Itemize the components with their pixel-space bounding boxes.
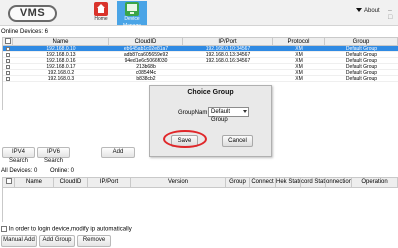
group-name-label: GroupNam bbox=[178, 110, 208, 116]
row-select-cell[interactable] bbox=[3, 76, 13, 81]
table-row[interactable]: 192.168.0.3 b838cb2 XM Default Group bbox=[3, 76, 398, 82]
cell-group: Default Group bbox=[345, 64, 378, 69]
cell-protocol: XM bbox=[295, 70, 303, 75]
cell-cloud: 94ed1e6c5066f030 bbox=[124, 58, 168, 63]
cell-name: 192.168.0.13 bbox=[46, 52, 76, 57]
row-checkbox[interactable] bbox=[6, 58, 10, 63]
col-name[interactable]: Name bbox=[15, 178, 54, 187]
row-select-cell[interactable] bbox=[3, 58, 13, 63]
row-checkbox[interactable] bbox=[6, 64, 10, 69]
vms-logo: VMS bbox=[8, 5, 57, 22]
cancel-button[interactable]: Cancel bbox=[222, 135, 253, 147]
add-button[interactable]: Add bbox=[101, 147, 135, 158]
col-protocol[interactable]: Protocol bbox=[273, 38, 325, 45]
cell-group: Default Group bbox=[345, 70, 378, 75]
row-select-cell[interactable] bbox=[3, 70, 13, 75]
save-highlight-ring bbox=[163, 130, 207, 148]
col-cloudid[interactable]: CloudID bbox=[54, 178, 88, 187]
cell-protocol: XM bbox=[295, 58, 303, 63]
row-checkbox[interactable] bbox=[6, 52, 10, 57]
dialog-title: Choice Group bbox=[187, 89, 234, 96]
online-table-header: Name CloudID IP/Port Protocol Group bbox=[3, 37, 398, 46]
cell-protocol: XM bbox=[295, 52, 303, 57]
group-select-value: Default Group bbox=[211, 109, 231, 123]
row-select-cell[interactable] bbox=[3, 46, 13, 51]
cell-group: Default Group bbox=[345, 46, 378, 51]
about-menu[interactable]: About bbox=[356, 8, 380, 14]
cell-cloud: c0854f4c bbox=[135, 70, 157, 75]
select-all-checkbox[interactable] bbox=[5, 178, 12, 185]
ipv4-search-button[interactable]: IPV4 Search bbox=[2, 147, 35, 164]
ipv6-search-button[interactable]: IPV6 Search bbox=[37, 147, 70, 164]
cell-ip bbox=[183, 70, 273, 75]
row-select-cell[interactable] bbox=[3, 64, 13, 69]
cell-group: Default Group bbox=[345, 58, 378, 63]
row-select-cell[interactable] bbox=[3, 52, 13, 57]
select-all-checkbox[interactable] bbox=[4, 38, 11, 45]
cell-cloud: b838cb2 bbox=[136, 76, 156, 81]
chevron-down-icon bbox=[243, 110, 247, 113]
group-select[interactable]: Default Group bbox=[208, 107, 249, 123]
row-checkbox[interactable] bbox=[6, 70, 10, 75]
cell-name: 192.168.0.17 bbox=[46, 64, 76, 69]
row-checkbox[interactable] bbox=[6, 46, 10, 51]
col-record-status[interactable]: cord Stat bbox=[301, 178, 326, 187]
col-cloudid[interactable]: CloudID bbox=[109, 38, 183, 45]
auto-modify-ip-checkbox[interactable] bbox=[1, 226, 7, 232]
select-all-cell[interactable] bbox=[3, 38, 13, 45]
nav-home-label: Home bbox=[94, 16, 108, 22]
cell-cloud: 213b68b bbox=[136, 64, 156, 69]
choice-group-dialog: Choice Group GroupNam Default Group Save… bbox=[149, 85, 272, 157]
col-name[interactable]: Name bbox=[13, 38, 109, 45]
nav-device-manage-label: Device Manage bbox=[122, 16, 142, 29]
window-controls[interactable]: – □ bbox=[388, 7, 398, 21]
cell-cloud: eb645ab1c02e81a7 bbox=[123, 46, 169, 51]
cell-ip: 192.168.0.16:34567 bbox=[205, 58, 251, 63]
auto-modify-ip-label: In order to login device,modify ip autom… bbox=[8, 226, 132, 233]
col-connection[interactable]: onnection bbox=[326, 178, 352, 187]
cell-group: Default Group bbox=[345, 52, 378, 57]
col-connect[interactable]: Connect bbox=[250, 178, 276, 187]
cell-cloud: adb87ca605659e92 bbox=[123, 52, 169, 57]
all-devices-table: Name CloudID IP/Port Version Group Conne… bbox=[2, 177, 398, 222]
all-devices-count: All Devices: 0 bbox=[1, 168, 38, 174]
remove-button[interactable]: Remove bbox=[77, 235, 111, 247]
col-ip-port[interactable]: IP/Port bbox=[88, 178, 131, 187]
col-group[interactable]: Group bbox=[325, 38, 398, 45]
cell-ip: 192.168.0.13:34567 bbox=[205, 52, 251, 57]
select-all-cell[interactable] bbox=[3, 178, 15, 187]
nav-home-button[interactable]: Home bbox=[89, 1, 113, 25]
auto-modify-ip-option[interactable]: In order to login device,modify ip autom… bbox=[1, 226, 132, 233]
cell-name: 192.168.0.2 bbox=[47, 70, 75, 75]
cell-name: 192.168.0.3 bbox=[47, 76, 75, 81]
cell-name: 192.168.0.16 bbox=[46, 58, 76, 63]
col-ip-port[interactable]: IP/Port bbox=[183, 38, 273, 45]
add-group-button[interactable]: Add Group bbox=[39, 235, 75, 247]
col-hek-status[interactable]: Hek Status bbox=[276, 178, 301, 187]
online-devices-count: Online Devices: 6 bbox=[1, 29, 49, 35]
online-count: Online: 0 bbox=[50, 168, 75, 174]
cell-ip bbox=[183, 64, 273, 69]
cell-protocol: XM bbox=[295, 76, 303, 81]
app-header: VMS Home Device Manage About – □ bbox=[0, 0, 398, 29]
cell-protocol: XM bbox=[295, 64, 303, 69]
nav-device-manage-button[interactable]: Device Manage bbox=[117, 1, 147, 29]
col-group[interactable]: Group bbox=[226, 178, 250, 187]
cell-group: Default Group bbox=[345, 76, 378, 81]
home-icon bbox=[94, 2, 108, 16]
cell-ip bbox=[183, 76, 273, 81]
row-checkbox[interactable] bbox=[6, 76, 10, 81]
manual-add-button[interactable]: Manual Add bbox=[1, 235, 37, 247]
col-version[interactable]: Version bbox=[131, 178, 226, 187]
online-table-body: 192.168.0.10 eb645ab1c02e81a7 192.168.0.10… bbox=[3, 46, 398, 82]
device-manage-icon bbox=[125, 2, 139, 16]
all-table-header: Name CloudID IP/Port Version Group Conne… bbox=[3, 177, 398, 188]
cell-name: 192.168.0.10 bbox=[46, 46, 76, 51]
col-operation[interactable]: Operation bbox=[352, 178, 398, 187]
cell-protocol: XM bbox=[295, 46, 303, 51]
cell-ip: 192.168.0.10:34567 bbox=[205, 46, 251, 51]
about-arrow-icon bbox=[356, 8, 362, 13]
